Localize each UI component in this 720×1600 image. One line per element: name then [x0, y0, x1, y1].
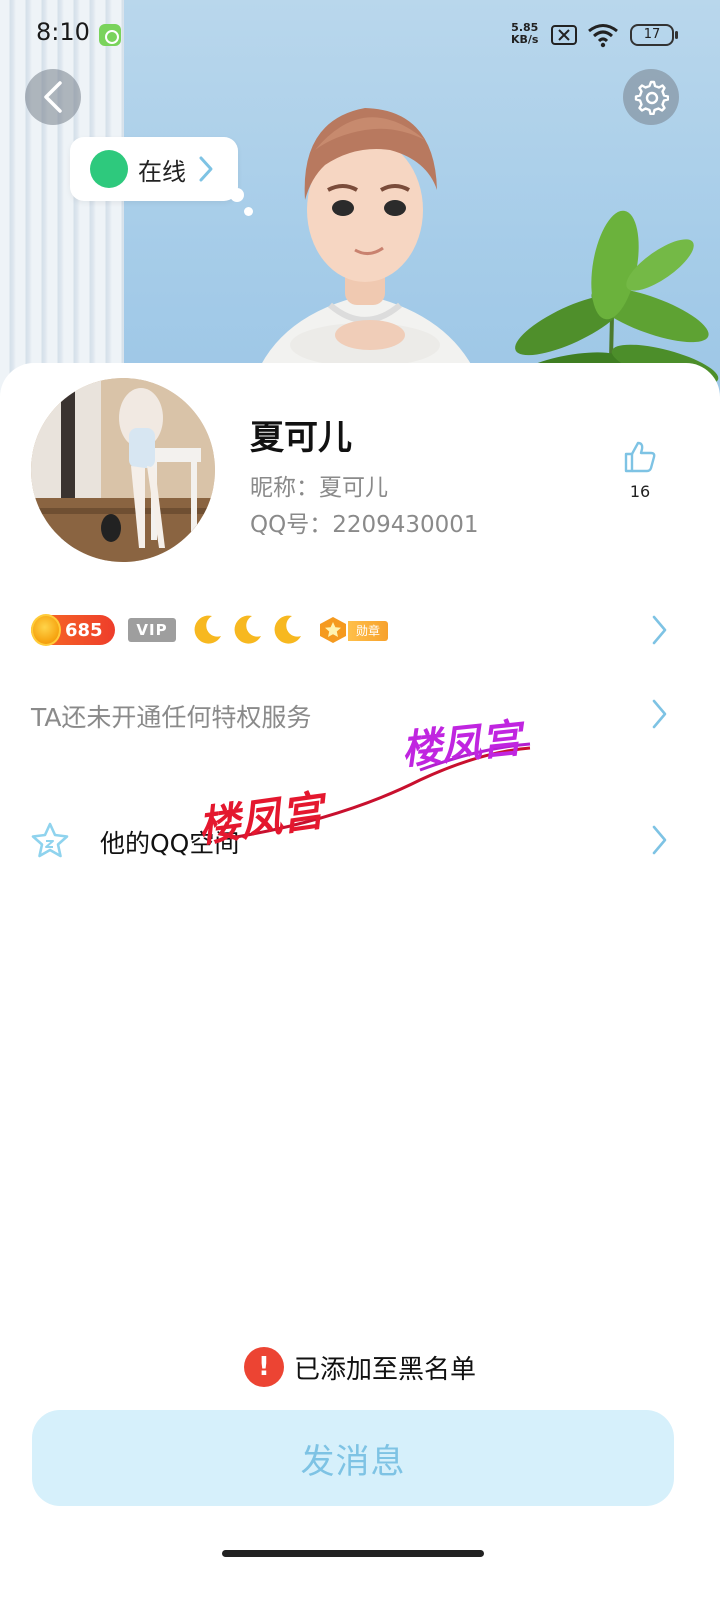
send-message-label: 发消息 [300, 1441, 406, 1482]
profile-avatar[interactable] [31, 378, 215, 562]
medal-label: 勋章 [348, 621, 388, 641]
home-indicator[interactable] [222, 1550, 484, 1557]
vip-badge: VIP [128, 618, 176, 642]
moon-icon [274, 615, 301, 644]
watermark-text: 楼凤宫 [195, 785, 333, 852]
chevron-left-icon [44, 81, 62, 113]
back-button[interactable] [25, 69, 81, 125]
coin-value: 685 [65, 620, 103, 641]
battery-level: 17 [643, 27, 661, 42]
battery-icon: 17 [630, 24, 678, 46]
medal-star-icon [320, 617, 346, 643]
blacklist-text: 已添加至黑名单 [293, 1354, 476, 1385]
chevron-right-icon [652, 825, 667, 855]
sim-off-icon [551, 25, 577, 45]
network-speed-unit: KB/s [511, 33, 539, 46]
settings-button[interactable] [623, 69, 679, 125]
star-icon [31, 822, 69, 858]
chevron-right-icon [652, 615, 667, 645]
moon-icon [234, 615, 261, 644]
avatar-photo [31, 378, 215, 562]
profile-nickname: 昵称：夏可儿 [250, 475, 388, 501]
chevron-right-icon [652, 699, 667, 729]
watermark: 楼凤宫 楼凤宫 [195, 715, 531, 852]
send-message-button[interactable]: 发消息 [32, 1410, 674, 1506]
badges-row[interactable]: 685 VIP 勋章 [0, 610, 720, 654]
blacklist-notice: ! 已添加至黑名单 [0, 1345, 720, 1389]
gear-icon [634, 80, 669, 115]
chevron-right-icon [199, 156, 213, 182]
moon-icon [194, 615, 221, 644]
coin-icon [31, 614, 61, 646]
app-notification-icon [99, 24, 121, 46]
network-speed: 5.85 KB/s [511, 22, 538, 46]
watermark-text: 楼凤宫 [399, 715, 528, 774]
medal-badge: 勋章 [318, 616, 388, 644]
bubble-tail [244, 207, 253, 216]
profile-name: 夏可儿 [250, 418, 352, 458]
online-status-dot [90, 150, 128, 188]
status-bar: 8:10 5.85 KB/s 17 [0, 0, 720, 70]
profile-qq-number: QQ号：2209430001 [250, 512, 479, 538]
like-button[interactable]: 16 [612, 440, 668, 510]
like-count: 16 [629, 482, 651, 501]
thumbs-up-icon [624, 441, 656, 473]
wifi-icon [588, 24, 618, 48]
exclamation-icon: ! [243, 1347, 284, 1387]
bubble-tail [230, 188, 244, 202]
coin-badge: 685 [31, 614, 115, 646]
online-status-label: 在线 [138, 157, 186, 186]
clock: 8:10 [36, 18, 90, 46]
online-status-button[interactable]: 在线 [70, 137, 238, 201]
